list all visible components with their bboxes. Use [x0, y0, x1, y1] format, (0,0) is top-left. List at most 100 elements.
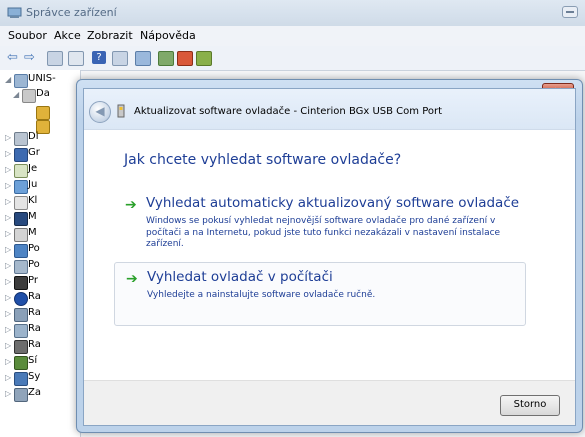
tree-item[interactable]: ▷ M	[0, 226, 80, 242]
expand-arrow-icon[interactable]: ▷	[5, 341, 11, 350]
collapse-arrow-icon[interactable]: ◢	[5, 75, 11, 84]
tree-item-label: Ra	[28, 339, 41, 350]
storage-controller-icon	[14, 308, 28, 322]
expand-arrow-icon[interactable]: ▷	[5, 293, 11, 302]
tree-item-label: Je	[28, 163, 38, 174]
help-icon[interactable]: ?	[92, 51, 106, 64]
display-adapter-icon	[14, 148, 28, 162]
uninstall-icon[interactable]	[177, 51, 193, 66]
device-tree: ◢ UNIS- ◢ Da ▷ Di ▷ Gr ▷ Je ▷ Ju ▷ Kl ▷	[0, 70, 81, 437]
tree-item-label: Sí	[28, 355, 38, 366]
tree-item-label: Ra	[28, 291, 41, 302]
back-button[interactable]: ◀	[89, 101, 111, 123]
expand-arrow-icon[interactable]: ▷	[5, 213, 11, 222]
menu-view[interactable]: Zobrazit	[87, 29, 133, 42]
expand-arrow-icon[interactable]: ▷	[5, 373, 11, 382]
tree-item[interactable]: ▷ Pr	[0, 274, 80, 290]
tree-item[interactable]: ▷ Po	[0, 258, 80, 274]
tree-root[interactable]: ◢ UNIS-	[0, 72, 80, 88]
option-title: Vyhledat automaticky aktualizovaný softw…	[146, 195, 520, 211]
usb-controller-icon	[14, 180, 28, 194]
keyboard-icon	[14, 196, 28, 210]
tree-item-label: Ra	[28, 323, 41, 334]
minimize-button[interactable]	[562, 6, 578, 18]
enable-device-icon[interactable]	[196, 51, 212, 66]
forward-arrow-icon[interactable]: ⇨	[24, 51, 38, 64]
ide-controller-icon	[14, 164, 28, 178]
expand-arrow-icon[interactable]: ▷	[5, 389, 11, 398]
expand-arrow-icon[interactable]: ▷	[5, 197, 11, 206]
properties-icon[interactable]	[47, 51, 63, 66]
cancel-button[interactable]: Storno	[500, 395, 560, 416]
tree-item[interactable]: ▷ Za	[0, 386, 80, 402]
option-description: Windows se pokusí vyhledat nejnovější so…	[146, 216, 501, 249]
disk-drive-icon	[14, 132, 28, 146]
monitor-icon	[14, 212, 28, 226]
expand-arrow-icon[interactable]: ▷	[5, 149, 11, 158]
computer-icon	[14, 244, 28, 258]
tree-item[interactable]: ▷ M	[0, 210, 80, 226]
bluetooth-icon	[14, 292, 28, 306]
expand-arrow-icon[interactable]: ▷	[5, 181, 11, 190]
device-icon	[22, 89, 36, 103]
expand-arrow-icon[interactable]: ▷	[5, 277, 11, 286]
system-device-icon	[14, 372, 28, 386]
back-arrow-icon: ◀	[95, 104, 105, 118]
update-driver-icon[interactable]	[158, 51, 174, 66]
port-icon	[14, 260, 28, 274]
menu-help[interactable]: Nápověda	[140, 29, 196, 42]
tree-item[interactable]: ▷ Ra	[0, 322, 80, 338]
back-arrow-icon[interactable]: ⇦	[7, 51, 21, 64]
dialog-header: ◀ Aktualizovat software ovladače - Cinte…	[84, 89, 575, 130]
tree-item-label: Po	[28, 259, 40, 270]
tree-item[interactable]: ▷ Je	[0, 162, 80, 178]
dialog-question: Jak chcete vyhledat software ovladače?	[124, 152, 402, 168]
tree-item[interactable]: ▷ Sí	[0, 354, 80, 370]
browse-computer-option[interactable]: ➔ Vyhledat ovladač v počítači Vyhledejte…	[114, 262, 526, 326]
tree-item[interactable]: ▷ Po	[0, 242, 80, 258]
tree-item[interactable]: ▷ Di	[0, 130, 80, 146]
tree-item-label: Ra	[28, 307, 41, 318]
list-view-icon[interactable]	[68, 51, 84, 66]
green-arrow-icon: ➔	[126, 271, 138, 287]
tree-item-label: Za	[28, 387, 41, 398]
tree-item[interactable]: ▷ Ju	[0, 178, 80, 194]
tree-item[interactable]: ▷ Ra	[0, 290, 80, 306]
toolbar: ⇦ ⇨ ?	[0, 46, 585, 71]
collapse-arrow-icon[interactable]: ◢	[13, 90, 19, 99]
tree-item-label: Po	[28, 243, 40, 254]
tree-item-label: Ju	[28, 179, 38, 190]
tree-item-label: Gr	[28, 147, 40, 158]
tree-item-label: Kl	[28, 195, 38, 206]
sound-icon	[14, 340, 28, 354]
tree-item[interactable]: ▷ Sy	[0, 370, 80, 386]
option-description: Vyhledejte a nainstalujte software ovlad…	[147, 290, 376, 300]
expand-arrow-icon[interactable]: ▷	[5, 245, 11, 254]
tree-item[interactable]: ▷ Ra	[0, 306, 80, 322]
expand-arrow-icon[interactable]: ▷	[5, 133, 11, 142]
expand-arrow-icon[interactable]: ▷	[5, 229, 11, 238]
console-icon[interactable]	[112, 51, 128, 66]
menu-file[interactable]: Soubor	[8, 29, 47, 42]
expand-arrow-icon[interactable]: ▷	[5, 261, 11, 270]
port-icon	[117, 104, 125, 118]
expand-arrow-icon[interactable]: ▷	[5, 325, 11, 334]
dialog-header-title: Aktualizovat software ovladače - Cinteri…	[134, 106, 443, 117]
expand-arrow-icon[interactable]: ▷	[5, 357, 11, 366]
menu-action[interactable]: Akce	[54, 29, 81, 42]
tree-item[interactable]: ▷ Ra	[0, 338, 80, 354]
processor-icon	[14, 276, 28, 290]
update-driver-dialog: ✕ ◀ Aktualizovat software ovladače - Cin…	[76, 79, 583, 433]
network-adapter-icon	[14, 356, 28, 370]
expand-arrow-icon[interactable]: ▷	[5, 165, 11, 174]
tree-item-label: Pr	[28, 275, 38, 286]
expand-arrow-icon[interactable]: ▷	[5, 309, 11, 318]
tree-item-label: Di	[28, 131, 39, 142]
tree-item-label: Da	[36, 88, 50, 99]
scan-hardware-icon[interactable]	[135, 51, 151, 66]
search-automatically-option[interactable]: ➔ Vyhledat automaticky aktualizovaný sof…	[114, 189, 524, 251]
tree-item[interactable]: ▷ Gr	[0, 146, 80, 162]
tree-item[interactable]: ▷ Kl	[0, 194, 80, 210]
computer-icon	[14, 74, 28, 88]
dialog-footer: Storno	[84, 380, 575, 425]
